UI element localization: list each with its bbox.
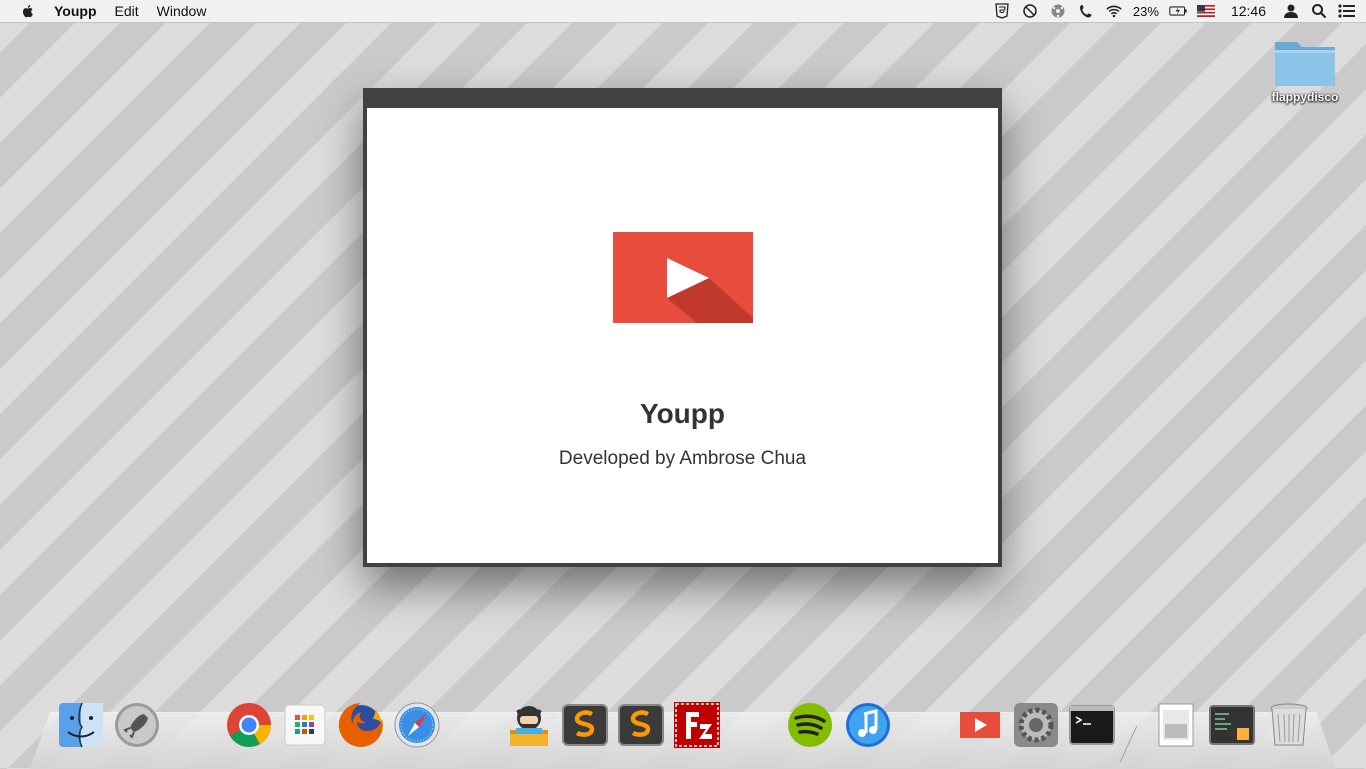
menu-bar: Youpp Edit Window 23% 12:46 <box>0 0 1366 23</box>
spotify-icon[interactable] <box>785 700 835 750</box>
preview-icon[interactable] <box>1151 700 1201 750</box>
dock-icons <box>0 700 1366 756</box>
battery-icon[interactable] <box>1169 3 1187 19</box>
system-preferences-icon[interactable] <box>1011 700 1061 750</box>
apps-grid-icon[interactable] <box>280 700 330 750</box>
youpp-icon[interactable] <box>955 700 1005 750</box>
app-window: Youpp Developed by Ambrose Chua <box>363 88 1002 567</box>
safari-icon[interactable] <box>392 700 442 750</box>
itunes-icon[interactable] <box>843 700 893 750</box>
firefox-icon[interactable] <box>336 700 386 750</box>
chrome-icon[interactable] <box>224 700 274 750</box>
html5-icon[interactable] <box>993 3 1011 19</box>
app-title: Youpp <box>639 398 725 429</box>
spotlight-search-icon[interactable] <box>1310 3 1328 19</box>
clock[interactable]: 12:46 <box>1231 3 1266 19</box>
filezilla-icon[interactable] <box>672 700 722 750</box>
sublime-text-icon[interactable] <box>616 700 666 750</box>
desktop-folder[interactable]: flappydisco <box>1266 36 1344 104</box>
folder-label: flappydisco <box>1271 90 1339 104</box>
app-subtitle: Developed by Ambrose Chua <box>558 448 807 469</box>
user-icon[interactable] <box>1282 3 1300 19</box>
folder-icon <box>1275 42 1335 86</box>
about-panel: Youpp Developed by Ambrose Chua <box>367 108 998 563</box>
us-flag-icon[interactable] <box>1196 3 1215 19</box>
notification-center-icon[interactable] <box>1338 3 1356 19</box>
phone-icon[interactable] <box>1077 3 1095 19</box>
launchpad-icon[interactable] <box>112 700 162 750</box>
terminal-icon[interactable] <box>1067 700 1117 750</box>
trash-icon[interactable] <box>1264 700 1314 750</box>
finder-icon[interactable] <box>56 700 106 750</box>
github-icon[interactable] <box>504 700 554 750</box>
wifi-icon[interactable] <box>1105 3 1123 19</box>
activity-monitor-icon[interactable] <box>1207 700 1257 750</box>
menu-app-name[interactable]: Youpp <box>54 3 97 19</box>
status-area: 23% 12:46 <box>993 0 1356 22</box>
menu-window[interactable]: Window <box>157 3 207 19</box>
apple-logo-icon[interactable] <box>20 3 36 19</box>
do-not-disturb-icon[interactable] <box>1021 3 1039 19</box>
menu-edit[interactable]: Edit <box>115 3 139 19</box>
sublime-text-icon[interactable] <box>560 700 610 750</box>
battery-percent: 23% <box>1132 3 1159 19</box>
ball-icon[interactable] <box>1049 3 1067 19</box>
youpp-logo-icon <box>613 232 753 323</box>
